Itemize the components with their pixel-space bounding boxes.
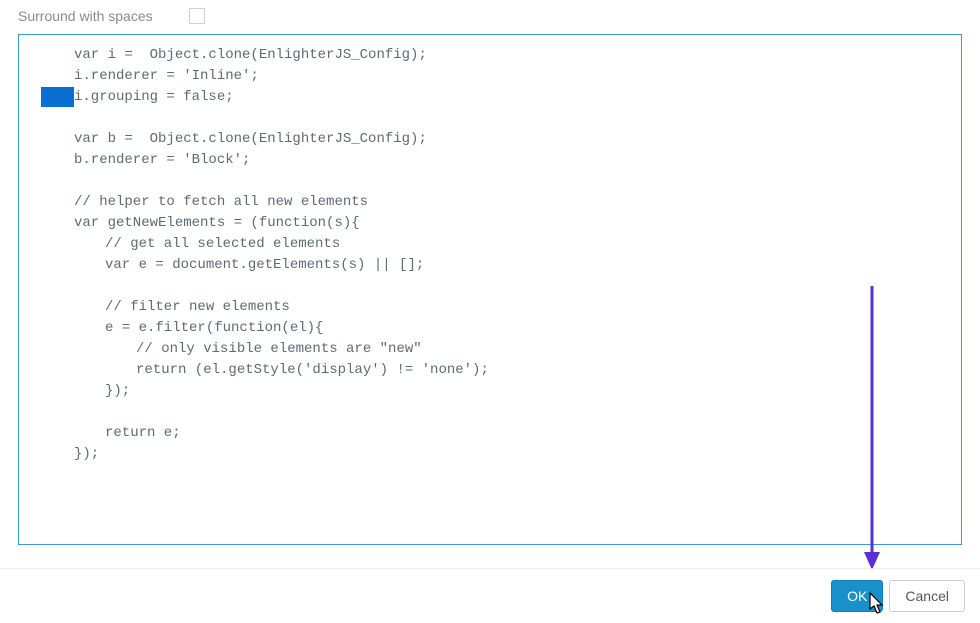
code-line: // get all selected elements <box>19 234 961 255</box>
code-line <box>19 276 961 297</box>
code-line: var getNewElements = (function(s){ <box>19 213 961 234</box>
code-line: i.renderer = 'Inline'; <box>19 66 961 87</box>
code-line: var e = document.getElements(s) || []; <box>19 255 961 276</box>
surround-with-spaces-checkbox[interactable] <box>189 8 205 24</box>
code-line: // helper to fetch all new elements <box>19 192 961 213</box>
code-line <box>19 171 961 192</box>
selection-highlight <box>41 87 74 107</box>
ok-button-label: OK <box>847 588 867 604</box>
cancel-button[interactable]: Cancel <box>889 580 965 612</box>
code-line: var b = Object.clone(EnlighterJS_Config)… <box>19 129 961 150</box>
ok-button[interactable]: OK <box>831 580 883 612</box>
surround-with-spaces-label: Surround with spaces <box>18 8 153 24</box>
code-content: var i = Object.clone(EnlighterJS_Config)… <box>19 35 961 475</box>
cancel-button-label: Cancel <box>905 588 949 604</box>
code-line <box>19 108 961 129</box>
code-line: b.renderer = 'Block'; <box>19 150 961 171</box>
dialog-button-bar: OK Cancel <box>0 568 980 623</box>
code-line: }); <box>19 381 961 402</box>
code-line: i.grouping = false; <box>19 87 961 108</box>
code-line: return e; <box>19 423 961 444</box>
code-textarea[interactable]: var i = Object.clone(EnlighterJS_Config)… <box>18 34 962 545</box>
code-line: // only visible elements are "new" <box>19 339 961 360</box>
code-line: e = e.filter(function(el){ <box>19 318 961 339</box>
code-line: var i = Object.clone(EnlighterJS_Config)… <box>19 45 961 66</box>
code-line: // filter new elements <box>19 297 961 318</box>
code-line <box>19 402 961 423</box>
code-line: }); <box>19 444 961 465</box>
code-line: return (el.getStyle('display') != 'none'… <box>19 360 961 381</box>
option-row: Surround with spaces <box>0 0 980 32</box>
